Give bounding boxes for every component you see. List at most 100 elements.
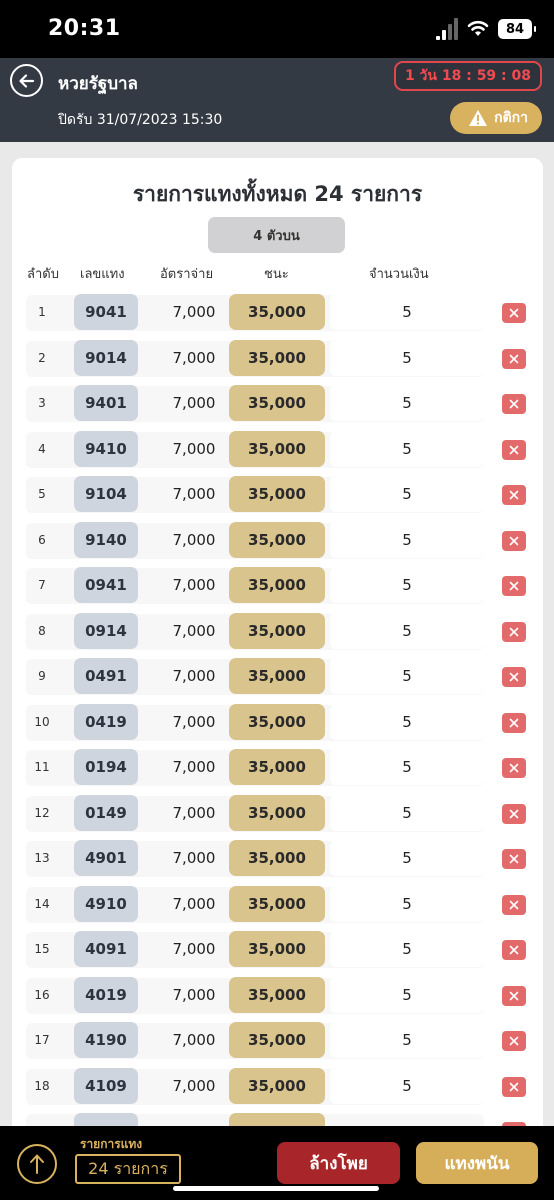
scroll-top-button[interactable] xyxy=(17,1144,57,1184)
win-amount-chip: 35,000 xyxy=(229,476,325,512)
delete-row-button[interactable] xyxy=(502,894,526,915)
row-index: 17 xyxy=(34,1033,50,1047)
win-amount-chip: 35,000 xyxy=(229,794,325,831)
win-amount-chip: 35,000 xyxy=(229,521,325,558)
clear-slip-button[interactable]: ล้างโพย xyxy=(277,1142,400,1184)
delete-row-button[interactable] xyxy=(502,348,526,369)
row-index: 3 xyxy=(38,396,46,410)
bet-amount-input[interactable]: 5 xyxy=(330,794,484,831)
status-time: 20:31 xyxy=(48,16,121,41)
status-icons: 84 xyxy=(436,18,536,40)
bet-number-chip: 4109 xyxy=(74,1067,138,1104)
bet-number-chip: 4910 xyxy=(74,885,138,922)
delete-row-button[interactable] xyxy=(502,394,526,414)
rules-label: กติกา xyxy=(494,110,528,126)
bet-amount-input[interactable]: 5 xyxy=(330,931,484,967)
arrow-up-icon xyxy=(30,1154,44,1174)
bet-list-label: รายการแทง xyxy=(80,1137,143,1151)
bet-amount-input[interactable]: 5 xyxy=(330,703,484,740)
bet-number-chip: 9401 xyxy=(74,385,138,421)
table-row: 1 9041 7,000 35,000 5 xyxy=(26,291,531,337)
table-row: 16 4019 7,000 35,000 5 xyxy=(26,974,531,1020)
win-amount-chip: 35,000 xyxy=(229,430,325,467)
bet-number-chip: 4019 xyxy=(74,976,138,1013)
delete-row-button[interactable] xyxy=(502,849,526,869)
delete-row-button[interactable] xyxy=(502,485,526,505)
column-header-win: ชนะ xyxy=(264,267,289,282)
row-index: 15 xyxy=(34,942,50,956)
bet-number-chip: 0419 xyxy=(74,703,138,740)
win-amount-chip: 35,000 xyxy=(229,612,325,649)
payout-rate: 7,000 xyxy=(172,667,216,685)
table-row: 15 4091 7,000 35,000 5 xyxy=(26,928,531,974)
bet-amount-input[interactable]: 5 xyxy=(330,885,484,922)
close-icon xyxy=(509,581,519,591)
bet-amount-input[interactable]: 5 xyxy=(330,567,484,603)
bottom-action-bar: รายการแทง 24 รายการ ล้างโพย แทงพนัน xyxy=(0,1126,554,1200)
home-indicator xyxy=(173,1186,379,1191)
card-title: รายการแทงทั้งหมด 24 รายการ xyxy=(132,182,423,206)
close-icon xyxy=(509,1082,519,1091)
rules-button[interactable]: กติกา xyxy=(450,102,542,134)
delete-row-button[interactable] xyxy=(502,758,526,778)
bet-amount-input[interactable]: 5 xyxy=(330,294,484,330)
delete-row-button[interactable] xyxy=(502,303,526,323)
delete-row-button[interactable] xyxy=(502,667,526,687)
win-amount-chip: 35,000 xyxy=(229,385,325,421)
payout-rate: 7,000 xyxy=(172,894,216,913)
bet-amount-input[interactable]: 5 xyxy=(330,749,484,785)
bet-amount-input[interactable]: 5 xyxy=(330,840,484,876)
place-bet-button[interactable]: แทงพนัน xyxy=(416,1142,538,1184)
bet-amount-input[interactable]: 5 xyxy=(330,339,484,376)
close-icon xyxy=(509,809,519,818)
bet-amount-input[interactable]: 5 xyxy=(330,1067,484,1104)
back-button[interactable] xyxy=(10,64,43,97)
delete-row-button[interactable] xyxy=(502,576,526,596)
delete-row-button[interactable] xyxy=(502,439,526,460)
bet-amount-input[interactable]: 5 xyxy=(330,1022,484,1058)
bet-amount-input[interactable]: 5 xyxy=(330,658,484,694)
table-row: 17 4190 7,000 35,000 5 xyxy=(26,1019,531,1065)
app-header: หวยรัฐบาล ปิดรับ 31/07/2023 15:30 1 วัน … xyxy=(0,58,554,142)
table-header: ลำดับ เลขแทง อัตราจ่าย ชนะ จำนวนเงิน xyxy=(12,259,543,285)
row-index: 16 xyxy=(34,987,50,1002)
win-amount-chip: 35,000 xyxy=(229,703,325,740)
row-index: 5 xyxy=(38,487,46,501)
delete-row-button[interactable] xyxy=(502,985,526,1006)
delete-row-button[interactable] xyxy=(502,1031,526,1051)
table-row: 12 0149 7,000 35,000 5 xyxy=(26,792,531,838)
win-amount-chip: 35,000 xyxy=(229,1022,325,1058)
bet-number-chip: 4190 xyxy=(74,1022,138,1058)
delete-row-button[interactable] xyxy=(502,1076,526,1097)
bet-amount-input[interactable]: 5 xyxy=(330,612,484,649)
close-icon xyxy=(509,718,519,727)
delete-row-button[interactable] xyxy=(502,621,526,642)
close-icon xyxy=(509,354,519,363)
delete-row-button[interactable] xyxy=(502,803,526,824)
bet-count-box[interactable]: 24 รายการ xyxy=(75,1154,181,1184)
table-row: 18 4109 7,000 35,000 5 xyxy=(26,1065,531,1111)
bet-amount-input[interactable]: 5 xyxy=(330,976,484,1013)
bet-number-chip: 9014 xyxy=(74,339,138,376)
column-header-index: ลำดับ xyxy=(27,267,59,282)
column-header-amount: จำนวนเงิน xyxy=(369,267,429,282)
bet-amount-input[interactable]: 5 xyxy=(330,385,484,421)
delete-row-button[interactable] xyxy=(502,712,526,733)
bet-number-chip: 0149 xyxy=(74,794,138,831)
arrow-left-icon xyxy=(18,73,34,88)
payout-rate: 7,000 xyxy=(172,530,216,549)
delete-row-button[interactable] xyxy=(502,530,526,551)
close-date: ปิดรับ 31/07/2023 15:30 xyxy=(58,112,223,128)
table-row: 3 9401 7,000 35,000 5 xyxy=(26,382,531,428)
payout-rate: 7,000 xyxy=(172,394,216,412)
bet-number-chip: 4901 xyxy=(74,840,138,876)
win-amount-chip: 35,000 xyxy=(229,658,325,694)
bet-amount-input[interactable]: 5 xyxy=(330,521,484,558)
delete-row-button[interactable] xyxy=(502,940,526,960)
win-amount-chip: 35,000 xyxy=(229,1067,325,1104)
win-amount-chip: 35,000 xyxy=(229,749,325,785)
payout-rate: 7,000 xyxy=(172,1031,216,1049)
bet-amount-input[interactable]: 5 xyxy=(330,476,484,512)
bet-amount-input[interactable]: 5 xyxy=(330,430,484,467)
close-icon xyxy=(509,900,519,909)
